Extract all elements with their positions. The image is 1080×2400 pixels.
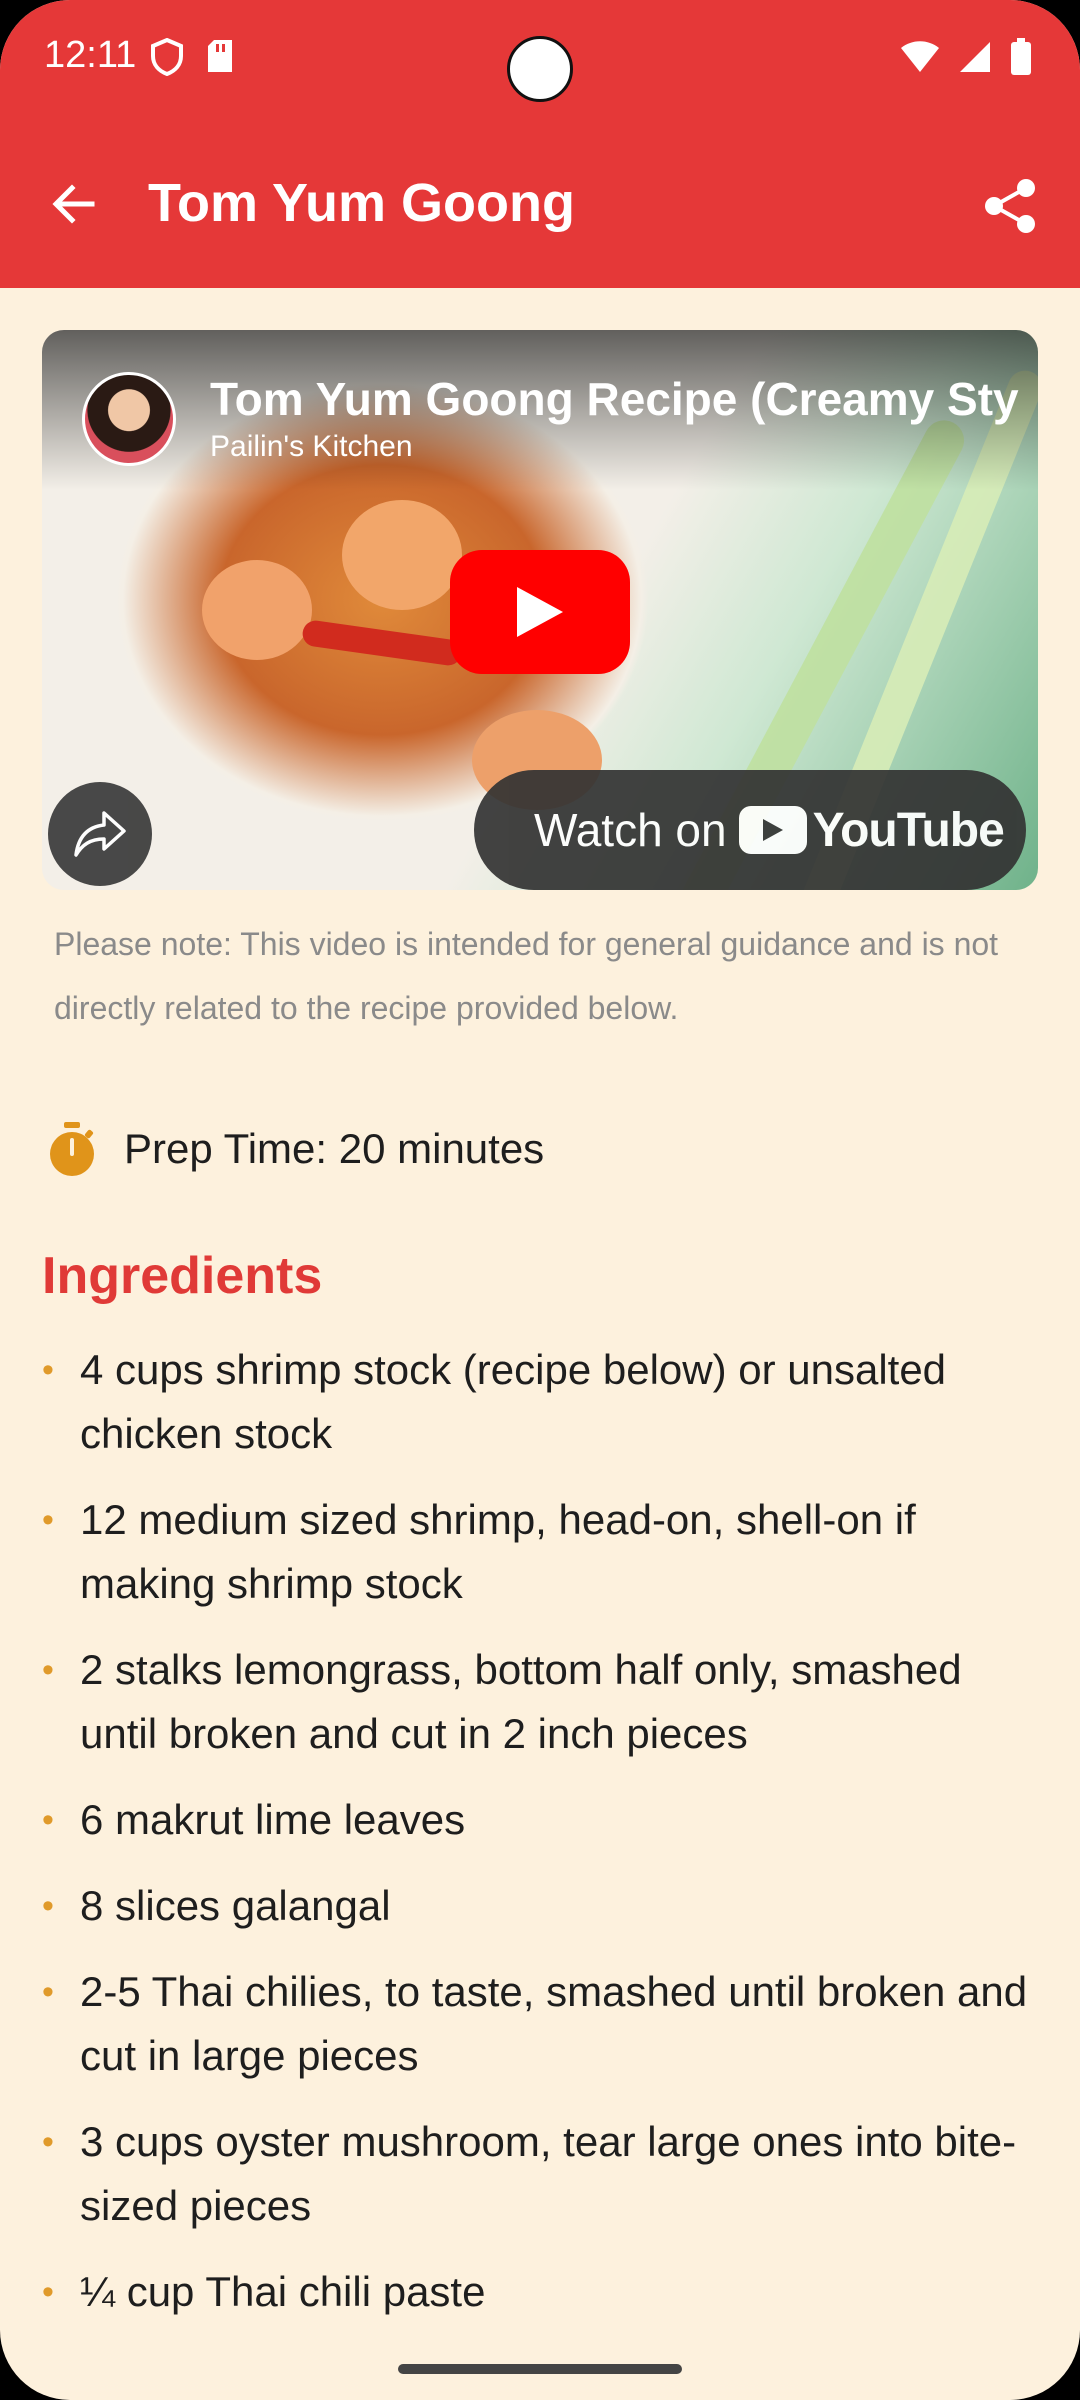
bullet: • [42,2273,54,2311]
watch-on-label: Watch on [534,804,727,856]
video-thumbnail-detail [342,500,462,610]
list-item: • 12 medium sized shrimp, head-on, shell… [42,1488,1032,1616]
video-player[interactable]: Tom Yum Goong Recipe (Creamy Style Paili… [42,330,1038,890]
home-indicator[interactable] [398,2364,682,2374]
youtube-play-icon [738,806,807,854]
status-time: 12:11 [44,34,137,76]
list-item: • 6 makrut lime leaves [42,1788,1032,1852]
battery-icon [1011,38,1031,75]
video-channel[interactable]: Pailin's Kitchen [210,430,413,464]
ingredient-text: 3 cups oyster mushroom, tear large ones … [80,2118,1017,2229]
bullet: • [42,1351,54,1389]
ingredients-heading: Ingredients [42,1247,323,1305]
timer-icon [50,1122,94,1176]
bullet: • [42,1501,54,1539]
list-item: • 3 cups oyster mushroom, tear large one… [42,2110,1032,2238]
video-thumbnail-detail [202,560,312,660]
ingredient-text: 6 makrut lime leaves [80,1796,466,1843]
video-disclaimer: Please note: This video is intended for … [54,926,999,1026]
bullet: • [42,1651,54,1689]
sd-card-icon [208,40,232,72]
play-button[interactable] [450,550,630,674]
camera-cutout [507,36,573,102]
list-item: • 2 stalks lemongrass, bottom half only,… [42,1638,1032,1766]
page-title: Tom Yum Goong [148,173,575,233]
ingredient-text: 2-5 Thai chilies, to taste, smashed unti… [80,1968,1028,2079]
play-icon [517,587,563,637]
shield-icon [151,38,183,76]
top-app-bar: 12:11 Tom Yum Goong [0,0,1080,288]
arrow-left-icon[interactable] [46,176,102,232]
bullet: • [42,1801,54,1839]
list-item: • 2-5 Thai chilies, to taste, smashed un… [42,1960,1032,2088]
forward-share-icon [74,811,126,857]
bullet: • [42,1887,54,1925]
channel-avatar[interactable] [82,372,176,466]
video-title[interactable]: Tom Yum Goong Recipe (Creamy Style [210,372,1020,426]
ingredient-text: 8 slices galangal [80,1882,391,1929]
list-item: • 4 cups shrimp stock (recipe below) or … [42,1338,1032,1466]
list-item: • 8 slices galangal [42,1874,1032,1938]
recipe-screen: 12:11 Tom Yum Goong Tom Yum Goong Recipe… [0,0,1080,2400]
bullet: • [42,2123,54,2161]
ingredients-list: • 4 cups shrimp stock (recipe below) or … [42,1338,1032,2346]
ingredient-text: 4 cups shrimp stock (recipe below) or un… [80,1346,947,1457]
ingredient-text: ¼ cup Thai chili paste [80,2268,486,2315]
share-icon[interactable] [980,176,1040,236]
signal-icon [960,42,990,72]
youtube-wordmark: YouTube [812,803,1005,857]
wifi-icon [901,41,939,72]
ingredient-text: 2 stalks lemongrass, bottom half only, s… [80,1646,962,1757]
video-share-button[interactable] [48,782,152,886]
video-thumbnail-detail [300,618,464,668]
list-item: • ¼ cup Thai chili paste [42,2260,1032,2324]
status-icons-right [900,38,1032,76]
youtube-logo: YouTube [738,803,1005,858]
prep-time-label: Prep Time: 20 minutes [124,1125,545,1172]
ingredient-text: 12 medium sized shrimp, head-on, shell-o… [80,1496,916,1607]
watch-on-youtube-button[interactable]: Watch on YouTube [474,770,1026,890]
status-icons-left [150,38,234,76]
prep-time: Prep Time: 20 minutes [46,1120,544,1178]
bullet: • [42,1973,54,2011]
